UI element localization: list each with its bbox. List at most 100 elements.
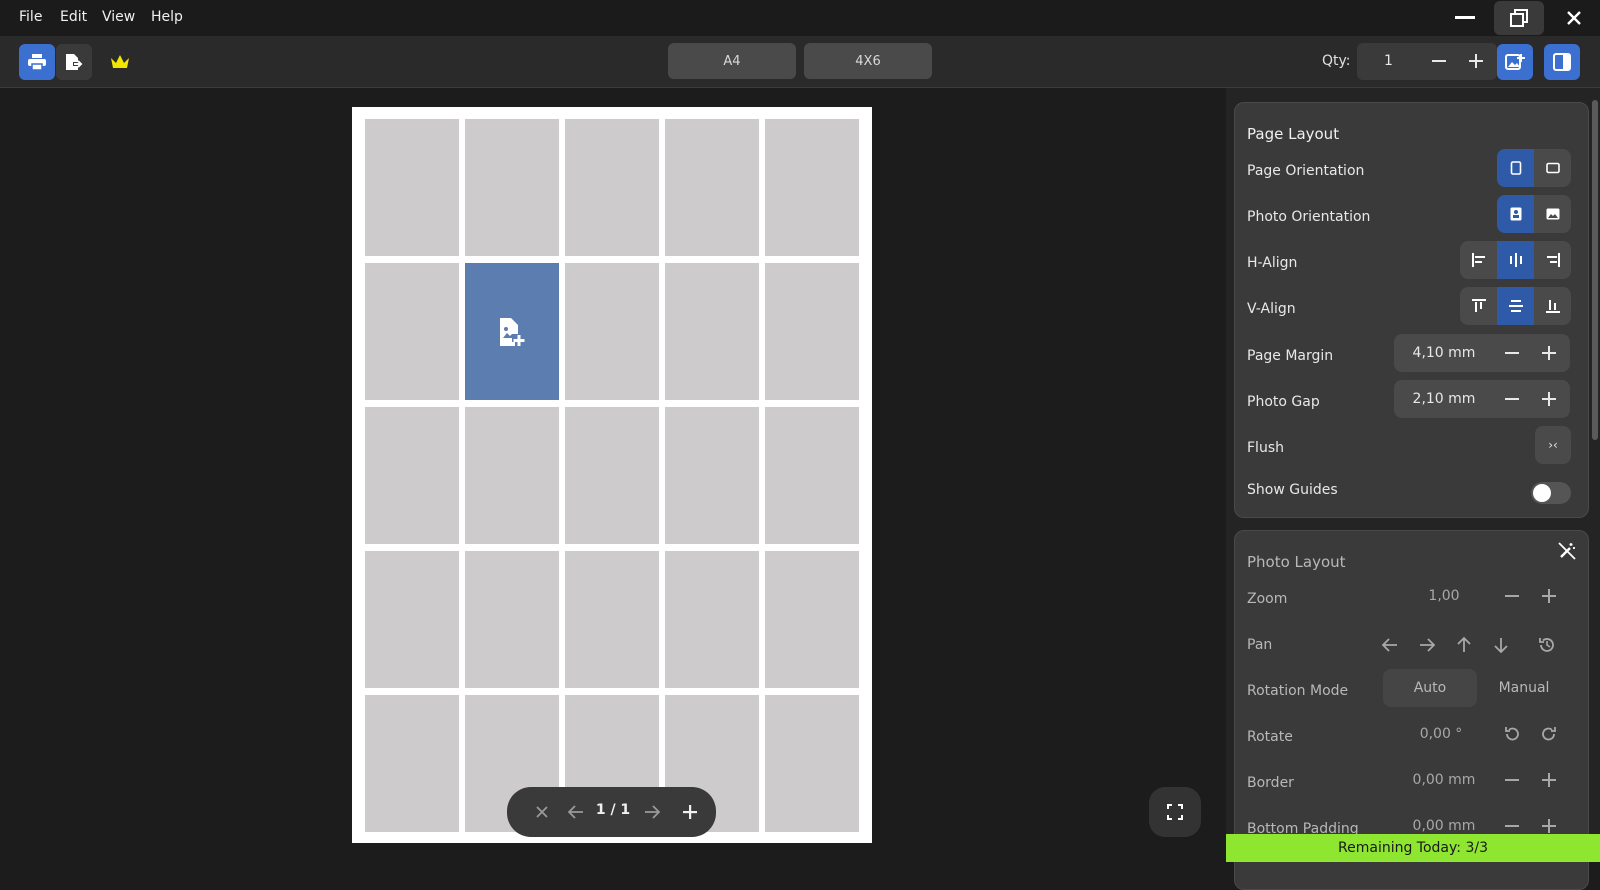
v-align-control	[1460, 287, 1571, 325]
pan-label: Pan	[1247, 637, 1273, 653]
photo-slot[interactable]	[365, 695, 459, 832]
page-orientation-control	[1497, 149, 1571, 187]
photo-slot[interactable]	[365, 119, 459, 256]
photo-slot[interactable]	[565, 119, 659, 256]
pan-right-button[interactable]	[1415, 633, 1439, 657]
zoom-decrease-button[interactable]	[1500, 584, 1524, 608]
h-align-center-button[interactable]	[1497, 241, 1534, 279]
rotate-cw-button[interactable]	[1537, 722, 1561, 746]
magic-wand-button[interactable]	[1557, 541, 1577, 561]
border-stepper: 0,00 mm	[1394, 761, 1570, 799]
fullscreen-button[interactable]	[1149, 787, 1201, 837]
border-increase-button[interactable]	[1537, 768, 1561, 792]
photo-portrait-button[interactable]	[1497, 195, 1534, 233]
photo-orientation-control	[1497, 195, 1571, 233]
zoom-increase-button[interactable]	[1537, 584, 1561, 608]
photo-slot[interactable]	[465, 407, 559, 544]
pan-reset-button[interactable]	[1535, 633, 1559, 657]
photo-landscape-button[interactable]	[1534, 195, 1571, 233]
close-button[interactable]	[1548, 0, 1600, 36]
photo-gap-decrease-button[interactable]	[1500, 387, 1524, 411]
qty-decrease-button[interactable]	[1431, 52, 1447, 70]
paper-size-a4-tab[interactable]: A4	[668, 43, 796, 79]
photo-slot[interactable]	[765, 263, 859, 400]
print-button[interactable]	[19, 44, 55, 80]
prev-page-button[interactable]	[563, 799, 589, 825]
toggle-sidebar-button[interactable]	[1544, 44, 1580, 80]
photo-slot[interactable]	[565, 263, 659, 400]
page-landscape-button[interactable]	[1534, 149, 1571, 187]
pan-left-button[interactable]	[1378, 633, 1402, 657]
flush-label: Flush	[1247, 440, 1284, 456]
menu-help[interactable]: Help	[151, 9, 183, 25]
qty-stepper: 1	[1357, 43, 1497, 80]
page-indicator: 1 / 1	[595, 802, 631, 818]
page-layout-panel: Page Layout Page Orientation Photo Orien…	[1234, 102, 1589, 518]
photo-gap-input[interactable]: 2,10 mm	[1394, 391, 1494, 407]
photo-slot-selected[interactable]	[465, 263, 559, 400]
photo-slot[interactable]	[765, 551, 859, 688]
qty-increase-button[interactable]	[1468, 52, 1484, 70]
photo-slot[interactable]	[565, 407, 659, 544]
flush-button[interactable]: ›‹	[1535, 426, 1571, 464]
rotate-ccw-button[interactable]	[1500, 722, 1524, 746]
page-portrait-button[interactable]	[1497, 149, 1534, 187]
photo-slot[interactable]	[365, 263, 459, 400]
photo-slot[interactable]	[665, 407, 759, 544]
photo-slot[interactable]	[665, 119, 759, 256]
page-navigator: 1 / 1	[507, 787, 716, 837]
sidebar-icon	[1553, 53, 1571, 71]
photo-slot[interactable]	[765, 407, 859, 544]
next-page-button[interactable]	[639, 799, 665, 825]
add-photo-button[interactable]	[1497, 44, 1533, 80]
qty-input[interactable]: 1	[1384, 53, 1393, 69]
arrow-down-icon	[1494, 637, 1508, 653]
add-image-icon	[497, 316, 527, 348]
print-page	[352, 107, 872, 843]
v-align-center-button[interactable]	[1497, 287, 1534, 325]
page-margin-decrease-button[interactable]	[1500, 341, 1524, 365]
rotation-auto-option[interactable]: Auto	[1383, 669, 1477, 707]
photo-gap-increase-button[interactable]	[1537, 387, 1561, 411]
rotation-manual-option[interactable]: Manual	[1477, 669, 1571, 707]
menu-file[interactable]: File	[19, 9, 42, 25]
flush-icon: ›‹	[1548, 438, 1558, 452]
border-input[interactable]: 0,00 mm	[1394, 772, 1494, 788]
photo-slot[interactable]	[765, 119, 859, 256]
portrait-icon	[1510, 161, 1522, 175]
photo-slot[interactable]	[365, 407, 459, 544]
border-decrease-button[interactable]	[1500, 768, 1524, 792]
export-button[interactable]	[56, 44, 92, 80]
photo-slot[interactable]	[565, 551, 659, 688]
v-align-top-button[interactable]	[1460, 287, 1497, 325]
show-guides-toggle[interactable]	[1531, 482, 1571, 504]
page-margin-input[interactable]: 4,10 mm	[1394, 345, 1494, 361]
photo-slot[interactable]	[665, 551, 759, 688]
menu-edit[interactable]: Edit	[60, 9, 87, 25]
align-center-horizontal-icon	[1508, 253, 1524, 267]
magic-wand-off-icon	[1557, 541, 1577, 561]
photo-slot[interactable]	[465, 119, 559, 256]
pan-up-button[interactable]	[1452, 633, 1476, 657]
add-image-icon	[1505, 53, 1525, 71]
remove-page-button[interactable]	[529, 799, 555, 825]
add-page-button[interactable]	[677, 799, 703, 825]
photo-slot[interactable]	[365, 551, 459, 688]
zoom-input[interactable]: 1,00	[1394, 588, 1494, 604]
bottom-padding-input[interactable]: 0,00 mm	[1394, 818, 1494, 834]
h-align-left-button[interactable]	[1460, 241, 1497, 279]
photo-slot[interactable]	[765, 695, 859, 832]
pan-down-button[interactable]	[1489, 633, 1513, 657]
page-margin-increase-button[interactable]	[1537, 341, 1561, 365]
rotate-input[interactable]: 0,00 °	[1394, 726, 1488, 742]
sidebar-scrollbar[interactable]	[1592, 100, 1598, 440]
h-align-right-button[interactable]	[1534, 241, 1571, 279]
photo-slot[interactable]	[465, 551, 559, 688]
menu-view[interactable]: View	[102, 9, 135, 25]
restore-button[interactable]	[1494, 1, 1544, 35]
v-align-bottom-button[interactable]	[1534, 287, 1571, 325]
photo-slot[interactable]	[665, 263, 759, 400]
premium-button[interactable]	[102, 44, 138, 80]
paper-size-4x6-tab[interactable]: 4X6	[804, 43, 932, 79]
minimize-button[interactable]	[1439, 0, 1491, 36]
